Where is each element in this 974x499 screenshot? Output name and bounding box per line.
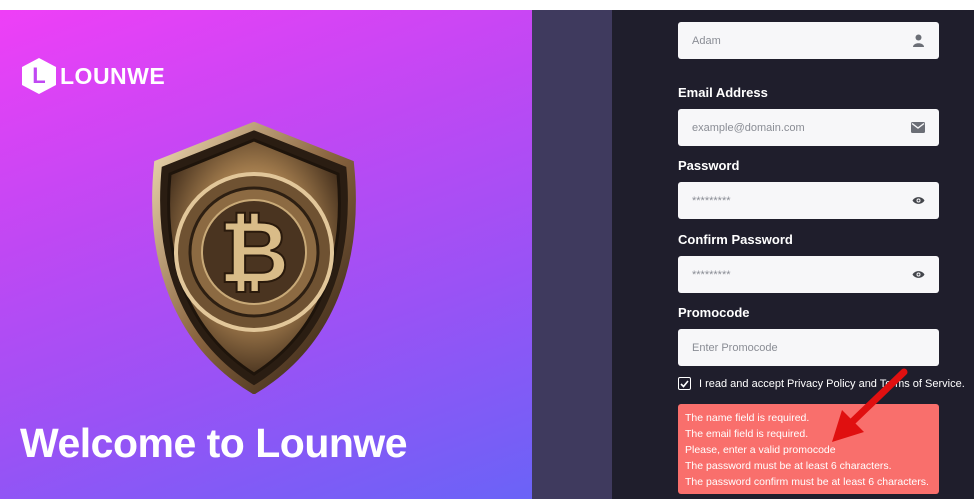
password-label: Password <box>678 158 740 173</box>
promocode-label: Promocode <box>678 305 750 320</box>
error-message: The name field is required. <box>685 412 810 424</box>
confirm-password-field[interactable]: ********* <box>678 256 939 293</box>
checkmark-icon <box>680 379 689 388</box>
password-field[interactable]: ********* <box>678 182 939 219</box>
eye-icon[interactable] <box>911 194 925 208</box>
top-strip <box>0 0 974 10</box>
terms-text[interactable]: I read and accept Privacy Policy and Ter… <box>699 378 965 390</box>
error-message: The email field is required. <box>685 428 809 440</box>
welcome-heading: Welcome to Lounwe <box>20 420 408 466</box>
error-message: The password must be at least 6 characte… <box>685 460 892 472</box>
logo-mark-icon: L <box>22 58 56 94</box>
promocode-field[interactable]: Enter Promocode <box>678 329 939 366</box>
confirm-password-value: ********* <box>692 268 731 281</box>
terms-row: I read and accept Privacy Policy and Ter… <box>678 377 965 390</box>
eye-icon[interactable] <box>911 268 925 282</box>
password-value: ********* <box>692 194 731 207</box>
name-field[interactable]: Adam <box>678 22 939 59</box>
error-message: Please, enter a valid promocode <box>685 444 836 456</box>
envelope-icon <box>911 121 925 135</box>
divider-strip <box>532 10 612 499</box>
bitcoin-shield-icon: ₿ <box>152 122 356 394</box>
brand-logo[interactable]: L LOUNWE <box>22 58 165 94</box>
svg-text:₿: ₿ <box>219 203 289 303</box>
promocode-placeholder: Enter Promocode <box>692 341 778 354</box>
hero-panel: L LOUNWE ₿ Welcome to Lounwe <box>0 10 532 499</box>
email-field[interactable]: example@domain.com <box>678 109 939 146</box>
user-icon <box>911 34 925 48</box>
name-value: Adam <box>692 34 721 47</box>
error-message: The password confirm must be at least 6 … <box>685 476 929 488</box>
confirm-password-label: Confirm Password <box>678 232 793 247</box>
brand-name: LOUNWE <box>60 62 166 89</box>
terms-checkbox[interactable] <box>678 377 691 390</box>
email-placeholder: example@domain.com <box>692 121 805 134</box>
error-alert: The name field is required. The email fi… <box>678 404 939 494</box>
email-label: Email Address <box>678 85 768 100</box>
